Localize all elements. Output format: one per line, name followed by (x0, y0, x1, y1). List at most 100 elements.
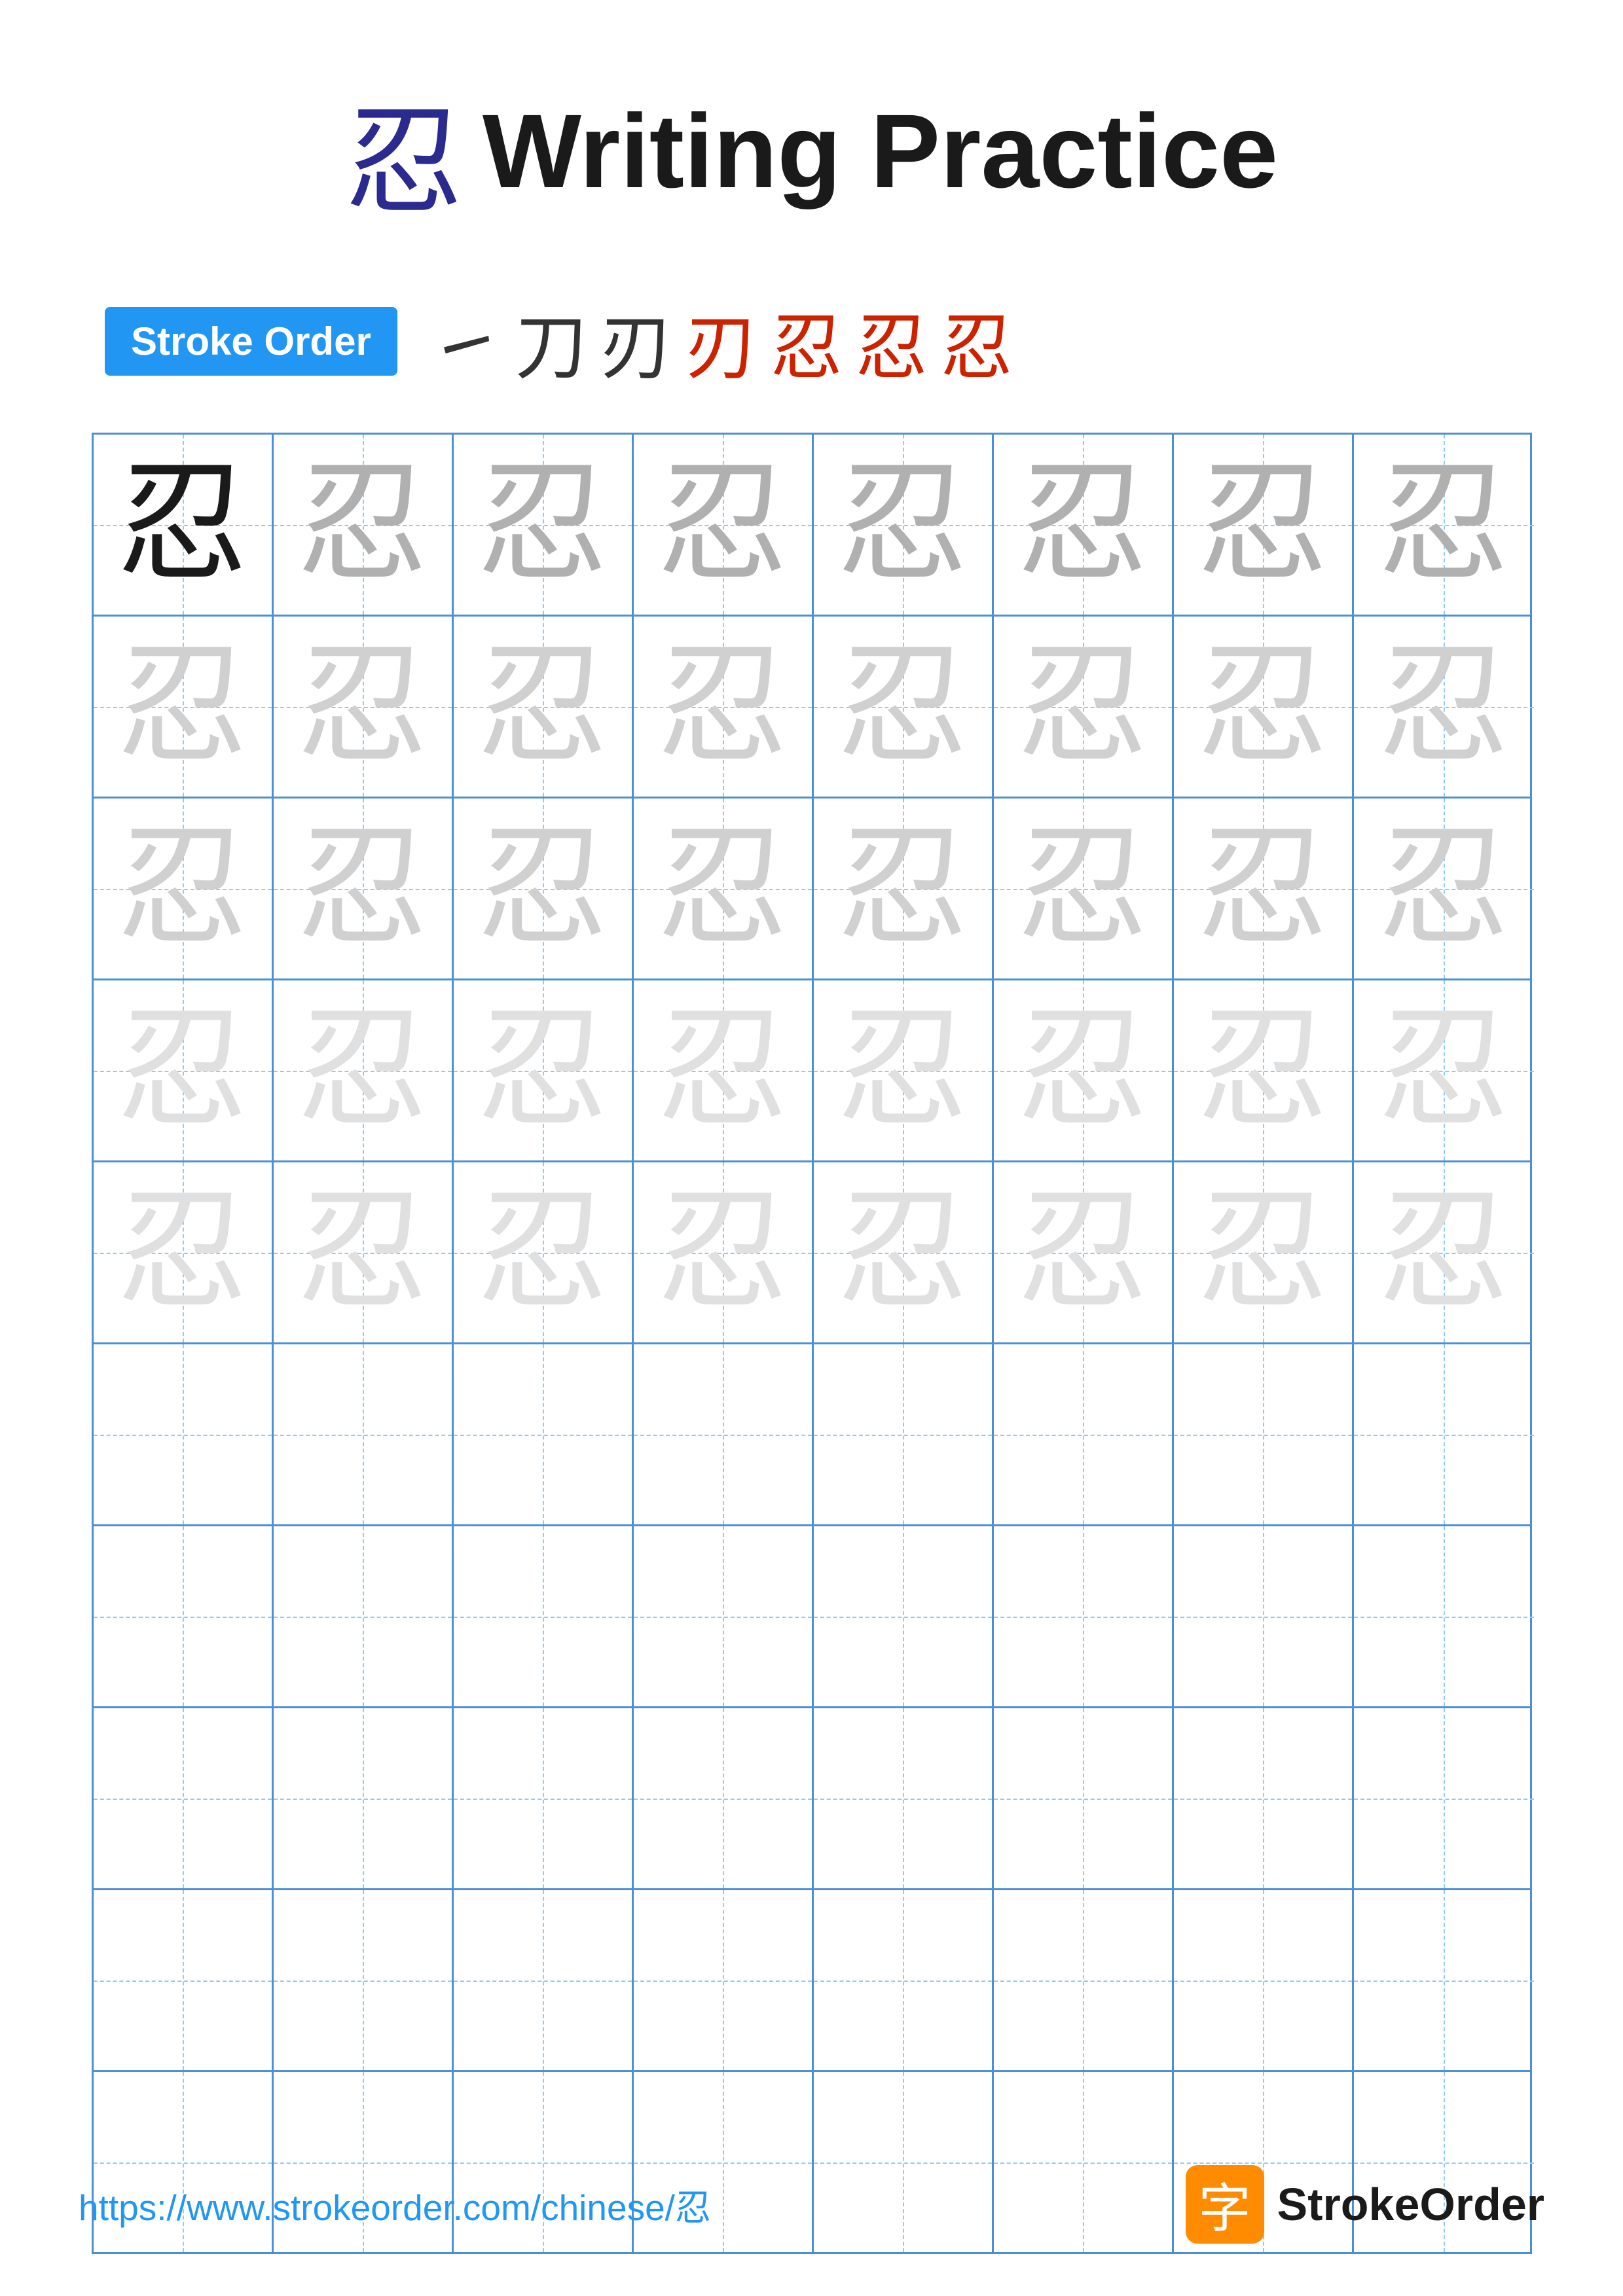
grid-cell-empty[interactable] (634, 1526, 814, 1706)
grid-cell[interactable]: 忍 (1174, 980, 1354, 1160)
char-display: 忍 (1197, 1005, 1328, 1136)
grid-cell-empty[interactable] (994, 1890, 1174, 2070)
grid-cell[interactable]: 忍 (1174, 1162, 1354, 1342)
grid-cell[interactable]: 忍 (814, 798, 994, 978)
title-area: 忍 Writing Practice (345, 65, 1278, 236)
grid-cell-empty[interactable] (94, 1708, 274, 1888)
grid-cell-empty[interactable] (814, 1344, 994, 1524)
grid-cell[interactable]: 忍 (94, 1162, 274, 1342)
char-display: 忍 (297, 823, 428, 954)
char-display: 忍 (477, 1187, 608, 1318)
footer: https://www.strokeorder.com/chinese/忍 字 … (79, 2165, 1544, 2244)
grid-cell-empty[interactable] (994, 1526, 1174, 1706)
grid-cell[interactable]: 忍 (634, 798, 814, 978)
grid-cell-empty[interactable] (1174, 1708, 1354, 1888)
grid-cell-empty[interactable] (274, 1708, 454, 1888)
grid-cell-empty[interactable] (1174, 1344, 1354, 1524)
grid-cell[interactable]: 忍 (994, 1162, 1174, 1342)
char-display: 忍 (657, 823, 788, 954)
grid-cell[interactable]: 忍 (1174, 617, 1354, 797)
grid-cell[interactable]: 忍 (1354, 435, 1534, 615)
grid-row-9 (94, 1890, 1530, 2072)
grid-cell-empty[interactable] (814, 1526, 994, 1706)
char-display: 忍 (1017, 1187, 1148, 1318)
grid-cell[interactable]: 忍 (94, 617, 274, 797)
footer-url[interactable]: https://www.strokeorder.com/chinese/忍 (79, 2178, 711, 2231)
grid-cell-empty[interactable] (274, 1344, 454, 1524)
grid-cell-empty[interactable] (1174, 1890, 1354, 2070)
grid-cell[interactable]: 忍 (1354, 798, 1534, 978)
grid-cell[interactable]: 忍 (454, 435, 634, 615)
grid-cell[interactable]: 忍 (454, 980, 634, 1160)
grid-cell[interactable]: 忍 (994, 435, 1174, 615)
grid-cell-empty[interactable] (1174, 1526, 1354, 1706)
grid-cell-empty[interactable] (454, 1344, 634, 1524)
char-display: 忍 (117, 459, 247, 590)
char-display: 忍 (297, 641, 428, 772)
grid-cell[interactable]: 忍 (454, 1162, 634, 1342)
grid-cell[interactable]: 忍 (634, 617, 814, 797)
char-display: 忍 (1378, 459, 1509, 590)
grid-cell[interactable]: 忍 (274, 798, 454, 978)
grid-cell[interactable]: 忍 (814, 435, 994, 615)
stroke-order-area: Stroke Order ㇀ 刀 刃 刃 忍 忍 忍 (79, 289, 1544, 393)
grid-cell-empty[interactable] (634, 1890, 814, 2070)
grid-cell[interactable]: 忍 (814, 980, 994, 1160)
grid-row-7 (94, 1526, 1530, 1708)
grid-cell[interactable]: 忍 (274, 617, 454, 797)
grid-row-5: 忍 忍 忍 忍 忍 忍 忍 忍 (94, 1162, 1530, 1344)
grid-cell[interactable]: 忍 (454, 617, 634, 797)
char-display: 忍 (1017, 1005, 1148, 1136)
stroke-step-2: 刀 (515, 289, 587, 393)
char-display: 忍 (117, 641, 247, 772)
grid-cell-empty[interactable] (1354, 1890, 1534, 2070)
grid-cell[interactable]: 忍 (274, 435, 454, 615)
grid-cell[interactable]: 忍 (274, 980, 454, 1160)
grid-cell-empty[interactable] (274, 1526, 454, 1706)
title-text: Writing Practice (483, 91, 1278, 211)
char-display: 忍 (837, 641, 968, 772)
grid-cell[interactable]: 忍 (1354, 617, 1534, 797)
grid-cell-empty[interactable] (814, 1890, 994, 2070)
grid-cell[interactable]: 忍 (994, 617, 1174, 797)
grid-cell-empty[interactable] (454, 1890, 634, 2070)
char-display: 忍 (1197, 823, 1328, 954)
grid-cell-empty[interactable] (1354, 1344, 1534, 1524)
grid-cell[interactable]: 忍 (274, 1162, 454, 1342)
grid-cell-empty[interactable] (454, 1526, 634, 1706)
grid-cell-empty[interactable] (634, 1708, 814, 1888)
grid-cell[interactable]: 忍 (814, 617, 994, 797)
grid-cell-empty[interactable] (634, 1344, 814, 1524)
char-display: 忍 (1378, 1005, 1509, 1136)
grid-cell[interactable]: 忍 (814, 1162, 994, 1342)
grid-cell[interactable]: 忍 (1354, 1162, 1534, 1342)
grid-cell-empty[interactable] (994, 1344, 1174, 1524)
grid-cell[interactable]: 忍 (454, 798, 634, 978)
grid-cell-empty[interactable] (94, 1344, 274, 1524)
grid-cell[interactable]: 忍 (1354, 980, 1534, 1160)
grid-cell-empty[interactable] (94, 1890, 274, 2070)
stroke-step-5: 忍 (771, 289, 843, 393)
grid-cell[interactable]: 忍 (1174, 435, 1354, 615)
grid-cell[interactable]: 忍 (994, 980, 1174, 1160)
grid-cell-empty[interactable] (274, 1890, 454, 2070)
grid-cell[interactable]: 忍 (634, 1162, 814, 1342)
page-container: 忍 Writing Practice Stroke Order ㇀ 刀 刃 刃 … (0, 0, 1623, 2296)
grid-cell-empty[interactable] (94, 1526, 274, 1706)
grid-cell-empty[interactable] (1354, 1708, 1534, 1888)
grid-cell[interactable]: 忍 (1174, 798, 1354, 978)
char-display: 忍 (1017, 459, 1148, 590)
grid-cell[interactable]: 忍 (634, 980, 814, 1160)
char-display: 忍 (477, 459, 608, 590)
grid-cell-empty[interactable] (814, 1708, 994, 1888)
grid-cell-empty[interactable] (994, 1708, 1174, 1888)
grid-row-4: 忍 忍 忍 忍 忍 忍 忍 忍 (94, 980, 1530, 1162)
char-display: 忍 (117, 823, 247, 954)
grid-cell[interactable]: 忍 (94, 798, 274, 978)
grid-cell[interactable]: 忍 (94, 435, 274, 615)
grid-cell[interactable]: 忍 (994, 798, 1174, 978)
grid-cell-empty[interactable] (1354, 1526, 1534, 1706)
grid-cell[interactable]: 忍 (634, 435, 814, 615)
grid-cell-empty[interactable] (454, 1708, 634, 1888)
grid-cell[interactable]: 忍 (94, 980, 274, 1160)
